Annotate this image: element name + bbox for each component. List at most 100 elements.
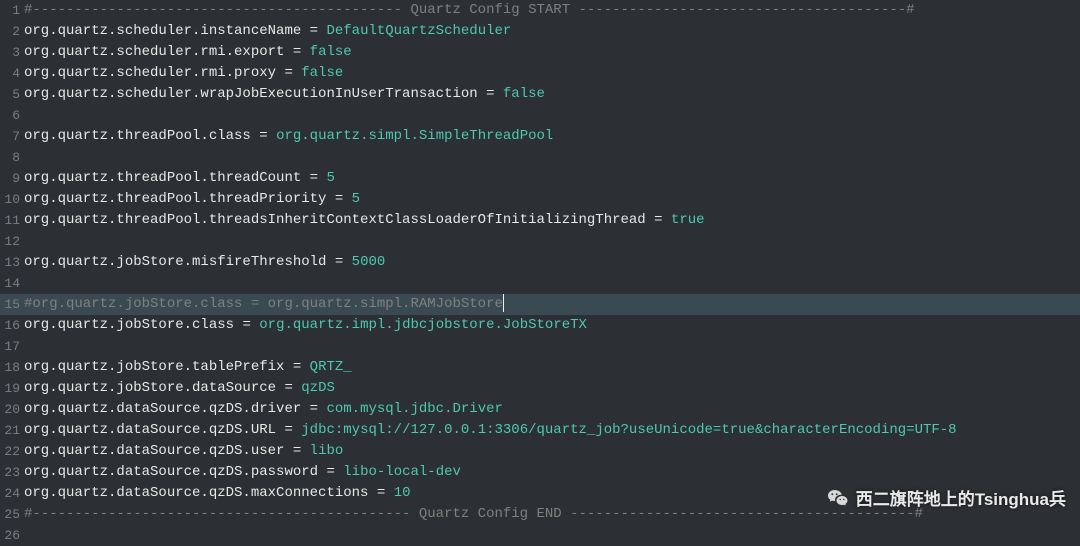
- token-prop: org.quartz.jobStore.misfireThreshold: [24, 254, 326, 270]
- token-val: org.quartz.impl.jdbcjobstore.JobStoreTX: [259, 317, 587, 333]
- token-eq: =: [301, 170, 326, 186]
- token-prop: [24, 527, 32, 543]
- code-line[interactable]: 16org.quartz.jobStore.class = org.quartz…: [0, 315, 1080, 336]
- token-prop: [24, 149, 32, 165]
- code-line[interactable]: 18org.quartz.jobStore.tablePrefix = QRTZ…: [0, 357, 1080, 378]
- code-content[interactable]: [24, 525, 32, 546]
- code-line[interactable]: 10org.quartz.threadPool.threadPriority =…: [0, 189, 1080, 210]
- line-number: 24: [0, 483, 24, 504]
- token-val: jdbc:mysql://127.0.0.1:3306/quartz_job?u…: [301, 422, 956, 438]
- token-prop: org.quartz.threadPool.threadsInheritCont…: [24, 212, 646, 228]
- wechat-icon: [826, 487, 850, 511]
- token-prop: org.quartz.scheduler.instanceName: [24, 23, 301, 39]
- token-eq: =: [646, 212, 671, 228]
- code-content[interactable]: org.quartz.threadPool.class = org.quartz…: [24, 126, 553, 147]
- code-content[interactable]: org.quartz.dataSource.qzDS.URL = jdbc:my…: [24, 420, 957, 441]
- code-line[interactable]: 12: [0, 231, 1080, 252]
- token-prop: [24, 275, 32, 291]
- code-line[interactable]: 19org.quartz.jobStore.dataSource = qzDS: [0, 378, 1080, 399]
- code-line[interactable]: 13org.quartz.jobStore.misfireThreshold =…: [0, 252, 1080, 273]
- token-valnum: 5: [352, 191, 360, 207]
- token-eq: =: [368, 485, 393, 501]
- code-content[interactable]: org.quartz.scheduler.wrapJobExecutionInU…: [24, 84, 545, 105]
- code-content[interactable]: org.quartz.jobStore.class = org.quartz.i…: [24, 315, 587, 336]
- line-number: 14: [0, 273, 24, 294]
- line-number: 8: [0, 147, 24, 168]
- code-line[interactable]: 1#--------------------------------------…: [0, 0, 1080, 21]
- code-line[interactable]: 26: [0, 525, 1080, 546]
- token-prop: [24, 233, 32, 249]
- code-content[interactable]: org.quartz.dataSource.qzDS.password = li…: [24, 462, 461, 483]
- token-eq: =: [326, 191, 351, 207]
- token-eq: =: [318, 464, 343, 480]
- line-number: 7: [0, 126, 24, 147]
- code-line[interactable]: 6: [0, 105, 1080, 126]
- code-content[interactable]: [24, 147, 32, 168]
- token-prop: org.quartz.dataSource.qzDS.URL: [24, 422, 276, 438]
- token-eq: =: [301, 401, 326, 417]
- line-number: 12: [0, 231, 24, 252]
- code-content[interactable]: [24, 105, 32, 126]
- code-content[interactable]: #---------------------------------------…: [24, 0, 915, 21]
- token-val: DefaultQuartzScheduler: [326, 23, 511, 39]
- code-content[interactable]: [24, 231, 32, 252]
- code-content[interactable]: org.quartz.threadPool.threadsInheritCont…: [24, 210, 705, 231]
- token-comment: #org.quartz.jobStore.class = org.quartz.…: [24, 296, 503, 312]
- code-content[interactable]: org.quartz.scheduler.instanceName = Defa…: [24, 21, 511, 42]
- code-line[interactable]: 17: [0, 336, 1080, 357]
- code-line[interactable]: 7org.quartz.threadPool.class = org.quart…: [0, 126, 1080, 147]
- token-eq: =: [276, 65, 301, 81]
- code-content[interactable]: org.quartz.scheduler.rmi.export = false: [24, 42, 352, 63]
- token-prop: org.quartz.threadPool.threadPriority: [24, 191, 326, 207]
- line-number: 22: [0, 441, 24, 462]
- code-content[interactable]: org.quartz.dataSource.qzDS.user = libo: [24, 441, 343, 462]
- token-val: com.mysql.jdbc.Driver: [326, 401, 502, 417]
- code-content[interactable]: #org.quartz.jobStore.class = org.quartz.…: [24, 294, 504, 315]
- code-content[interactable]: [24, 336, 32, 357]
- token-prop: org.quartz.threadPool.class: [24, 128, 251, 144]
- token-val: false: [503, 86, 545, 102]
- token-prop: org.quartz.jobStore.class: [24, 317, 234, 333]
- code-content[interactable]: org.quartz.jobStore.dataSource = qzDS: [24, 378, 335, 399]
- line-number: 6: [0, 105, 24, 126]
- code-line[interactable]: 15#org.quartz.jobStore.class = org.quart…: [0, 294, 1080, 315]
- code-line[interactable]: 20org.quartz.dataSource.qzDS.driver = co…: [0, 399, 1080, 420]
- code-content[interactable]: org.quartz.threadPool.threadPriority = 5: [24, 189, 360, 210]
- code-line[interactable]: 3org.quartz.scheduler.rmi.export = false: [0, 42, 1080, 63]
- code-line[interactable]: 4org.quartz.scheduler.rmi.proxy = false: [0, 63, 1080, 84]
- code-line[interactable]: 5org.quartz.scheduler.wrapJobExecutionIn…: [0, 84, 1080, 105]
- code-content[interactable]: #---------------------------------------…: [24, 504, 923, 525]
- watermark-text: 西二旗阵地上的Tsinghua兵: [856, 489, 1066, 510]
- token-eq: =: [326, 254, 351, 270]
- code-line[interactable]: 22org.quartz.dataSource.qzDS.user = libo: [0, 441, 1080, 462]
- code-editor[interactable]: 1#--------------------------------------…: [0, 0, 1080, 546]
- code-content[interactable]: org.quartz.dataSource.qzDS.maxConnection…: [24, 483, 411, 504]
- token-prop: org.quartz.dataSource.qzDS.maxConnection…: [24, 485, 368, 501]
- code-content[interactable]: org.quartz.dataSource.qzDS.driver = com.…: [24, 399, 503, 420]
- token-eq: =: [284, 44, 309, 60]
- code-content[interactable]: org.quartz.jobStore.tablePrefix = QRTZ_: [24, 357, 352, 378]
- token-eq: =: [284, 359, 309, 375]
- code-content[interactable]: org.quartz.jobStore.misfireThreshold = 5…: [24, 252, 385, 273]
- code-content[interactable]: org.quartz.scheduler.rmi.proxy = false: [24, 63, 343, 84]
- code-line[interactable]: 23org.quartz.dataSource.qzDS.password = …: [0, 462, 1080, 483]
- line-number: 20: [0, 399, 24, 420]
- code-content[interactable]: [24, 273, 32, 294]
- token-prop: [24, 338, 32, 354]
- token-prop: org.quartz.threadPool.threadCount: [24, 170, 301, 186]
- line-number: 10: [0, 189, 24, 210]
- text-cursor: [503, 294, 504, 312]
- code-line[interactable]: 11org.quartz.threadPool.threadsInheritCo…: [0, 210, 1080, 231]
- token-val: libo-local-dev: [343, 464, 461, 480]
- token-prop: org.quartz.dataSource.qzDS.password: [24, 464, 318, 480]
- code-line[interactable]: 14: [0, 273, 1080, 294]
- code-content[interactable]: org.quartz.threadPool.threadCount = 5: [24, 168, 335, 189]
- token-eq: =: [276, 380, 301, 396]
- token-valnum: 10: [394, 485, 411, 501]
- code-line[interactable]: 8: [0, 147, 1080, 168]
- token-val: org.quartz.simpl.SimpleThreadPool: [276, 128, 553, 144]
- code-line[interactable]: 2org.quartz.scheduler.instanceName = Def…: [0, 21, 1080, 42]
- code-line[interactable]: 21org.quartz.dataSource.qzDS.URL = jdbc:…: [0, 420, 1080, 441]
- line-number: 9: [0, 168, 24, 189]
- code-line[interactable]: 9org.quartz.threadPool.threadCount = 5: [0, 168, 1080, 189]
